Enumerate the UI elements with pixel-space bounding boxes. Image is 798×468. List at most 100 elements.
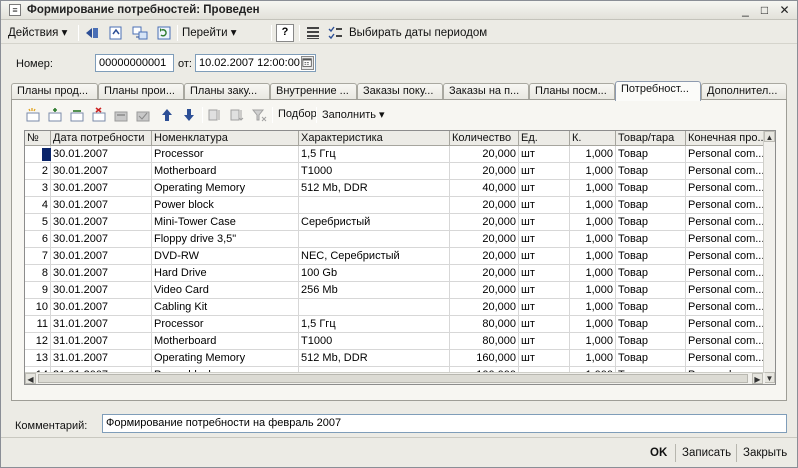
cell-col-goods-type[interactable]: Товар bbox=[616, 146, 686, 163]
table-row[interactable]: 13 31.01.2007 Operating Memory 512 Mb, DDR 1… bbox=[25, 350, 765, 367]
cell-col-item[interactable]: Operating Memory bbox=[152, 350, 299, 367]
tab-internal-orders[interactable]: Внутренние ... bbox=[270, 83, 357, 100]
cell-col-unit[interactable]: шт bbox=[519, 350, 570, 367]
edit-row-icon[interactable] bbox=[112, 106, 130, 124]
cell-col-number[interactable]: 4 bbox=[25, 197, 51, 214]
cell-col-goods-type[interactable]: Товар bbox=[616, 265, 686, 282]
cell-col-final-product[interactable]: Personal com... bbox=[686, 350, 765, 367]
end-edit-icon[interactable] bbox=[134, 106, 152, 124]
cell-col-number[interactable]: 10 bbox=[25, 299, 51, 316]
cell-col-unit[interactable]: шт bbox=[519, 316, 570, 333]
cell-col-characteristic[interactable]: 256 Mb bbox=[299, 282, 450, 299]
cell-col-coef[interactable]: 1,000 bbox=[570, 214, 616, 231]
cell-col-coef[interactable]: 1,000 bbox=[570, 180, 616, 197]
cell-col-unit[interactable]: шт bbox=[519, 197, 570, 214]
cell-col-quantity[interactable]: 40,000 bbox=[450, 180, 519, 197]
cell-col-unit[interactable]: шт bbox=[519, 180, 570, 197]
structure-icon[interactable] bbox=[131, 24, 149, 42]
tab-customer-orders[interactable]: Заказы поку... bbox=[357, 83, 443, 100]
delete-row-icon[interactable] bbox=[90, 106, 108, 124]
cell-col-final-product[interactable]: Personal com... bbox=[686, 316, 765, 333]
table-row[interactable]: 11 31.01.2007 Processor 1,5 Ггц 80,000 шт 1,00… bbox=[25, 316, 765, 333]
cell-col-final-product[interactable]: Personal com... bbox=[686, 265, 765, 282]
pick-button[interactable]: Подбор bbox=[278, 108, 317, 120]
cell-col-quantity[interactable]: 80,000 bbox=[450, 333, 519, 350]
tab-production-plans[interactable]: Планы прои... bbox=[98, 83, 184, 100]
cell-col-number[interactable]: 5 bbox=[25, 214, 51, 231]
scroll-down-icon[interactable]: ▼ bbox=[764, 372, 775, 383]
header-col-goods-type[interactable]: Товар/тара bbox=[616, 131, 686, 146]
table-row[interactable]: 130.01.2007Processor1,5 Ггц20,000шт1,000… bbox=[25, 146, 765, 163]
header-col-unit[interactable]: Ед. bbox=[519, 131, 570, 146]
cell-col-unit[interactable]: шт bbox=[519, 248, 570, 265]
table-row[interactable]: 3 30.01.2007 Operating Memory 512 Mb, DDR 40… bbox=[25, 180, 765, 197]
cell-col-final-product[interactable]: Personal com... bbox=[686, 214, 765, 231]
save-button[interactable]: Записать bbox=[682, 447, 731, 459]
help-button[interactable]: ? bbox=[276, 24, 294, 42]
cell-col-quantity[interactable]: 20,000 bbox=[450, 197, 519, 214]
cell-col-date[interactable]: 31.01.2007 bbox=[51, 316, 152, 333]
cell-col-item[interactable]: Video Card bbox=[152, 282, 299, 299]
table-row[interactable]: 9 30.01.2007 Video Card 256 Mb 20,000 шт 1,000… bbox=[25, 282, 765, 299]
table-row[interactable]: 10 30.01.2007 Cabling Kit 20,000 шт 1,000 Това… bbox=[25, 299, 765, 316]
cell-col-goods-type[interactable]: Товар bbox=[616, 350, 686, 367]
cell-col-final-product[interactable]: Personal com... bbox=[686, 299, 765, 316]
cell-col-characteristic[interactable]: Серебристый bbox=[299, 214, 450, 231]
cell-col-coef[interactable]: 1,000 bbox=[570, 265, 616, 282]
cell-col-coef[interactable]: 1,000 bbox=[570, 333, 616, 350]
sort-desc-icon[interactable] bbox=[228, 106, 246, 124]
cell-col-item[interactable]: Cabling Kit bbox=[152, 299, 299, 316]
cell-col-quantity[interactable]: 160,000 bbox=[450, 350, 519, 367]
cell-col-number[interactable]: 8 bbox=[25, 265, 51, 282]
cell-col-unit[interactable]: шт bbox=[519, 265, 570, 282]
cell-col-item[interactable]: Hard Drive bbox=[152, 265, 299, 282]
cell-col-goods-type[interactable]: Товар bbox=[616, 282, 686, 299]
cell-col-date[interactable]: 30.01.2007 bbox=[51, 180, 152, 197]
tab-intermediate-plans[interactable]: Планы посм... bbox=[529, 83, 615, 100]
cell-col-goods-type[interactable]: Товар bbox=[616, 197, 686, 214]
table-row[interactable]: 2 30.01.2007 Motherboard T1000 20,000 шт 1,000… bbox=[25, 163, 765, 180]
cell-col-characteristic[interactable]: NEC, Серебристый bbox=[299, 248, 450, 265]
cell-col-quantity[interactable]: 20,000 bbox=[450, 248, 519, 265]
cell-col-unit[interactable]: шт bbox=[519, 231, 570, 248]
cell-col-date[interactable]: 30.01.2007 bbox=[51, 146, 152, 163]
cell-col-unit[interactable]: шт bbox=[519, 214, 570, 231]
cell-col-unit[interactable]: шт bbox=[519, 299, 570, 316]
cell-col-date[interactable]: 30.01.2007 bbox=[51, 231, 152, 248]
filter-clear-icon[interactable] bbox=[250, 106, 268, 124]
cell-col-goods-type[interactable]: Товар bbox=[616, 248, 686, 265]
cell-col-final-product[interactable]: Personal com... bbox=[686, 180, 765, 197]
cell-col-number[interactable]: 3 bbox=[25, 180, 51, 197]
cell-col-final-product[interactable]: Personal com... bbox=[686, 231, 765, 248]
cell-col-number[interactable]: 13 bbox=[25, 350, 51, 367]
cell-col-goods-type[interactable]: Товар bbox=[616, 299, 686, 316]
cell-col-goods-type[interactable]: Товар bbox=[616, 214, 686, 231]
header-col-characteristic[interactable]: Характеристика bbox=[299, 131, 450, 146]
select-dates-period-button[interactable]: Выбирать даты периодом bbox=[349, 24, 487, 42]
scroll-thumb[interactable] bbox=[38, 374, 748, 383]
add-subrow-icon[interactable] bbox=[46, 106, 64, 124]
cell-col-coef[interactable]: 1,000 bbox=[570, 231, 616, 248]
cell-col-goods-type[interactable]: Товар bbox=[616, 163, 686, 180]
cell-col-date[interactable]: 30.01.2007 bbox=[51, 248, 152, 265]
cell-col-item[interactable]: Motherboard bbox=[152, 333, 299, 350]
actions-menu[interactable]: Действия ▾ bbox=[8, 24, 67, 42]
cell-col-goods-type[interactable]: Товар bbox=[616, 231, 686, 248]
tab-requirements[interactable]: Потребност... bbox=[615, 81, 701, 101]
maximize-button[interactable]: □ bbox=[757, 3, 772, 17]
refresh-icon[interactable] bbox=[155, 24, 173, 42]
cell-col-number[interactable]: 7 bbox=[25, 248, 51, 265]
cell-col-number[interactable]: 6 bbox=[25, 231, 51, 248]
tab-orders-to[interactable]: Заказы на п... bbox=[443, 83, 529, 100]
header-col-coef[interactable]: К. bbox=[570, 131, 616, 146]
cell-col-coef[interactable]: 1,000 bbox=[570, 299, 616, 316]
cell-col-quantity[interactable]: 80,000 bbox=[450, 316, 519, 333]
cell-col-date[interactable]: 30.01.2007 bbox=[51, 282, 152, 299]
cell-col-item[interactable]: Power block bbox=[152, 197, 299, 214]
header-col-final-product[interactable]: Конечная про... bbox=[686, 131, 765, 146]
cell-col-characteristic[interactable]: 1,5 Ггц bbox=[299, 316, 450, 333]
tab-additional[interactable]: Дополнител... bbox=[701, 83, 787, 100]
cell-col-final-product[interactable]: Personal com... bbox=[686, 197, 765, 214]
cell-col-item[interactable]: Mini-Tower Case bbox=[152, 214, 299, 231]
scroll-left-icon[interactable]: ◀ bbox=[25, 373, 36, 384]
